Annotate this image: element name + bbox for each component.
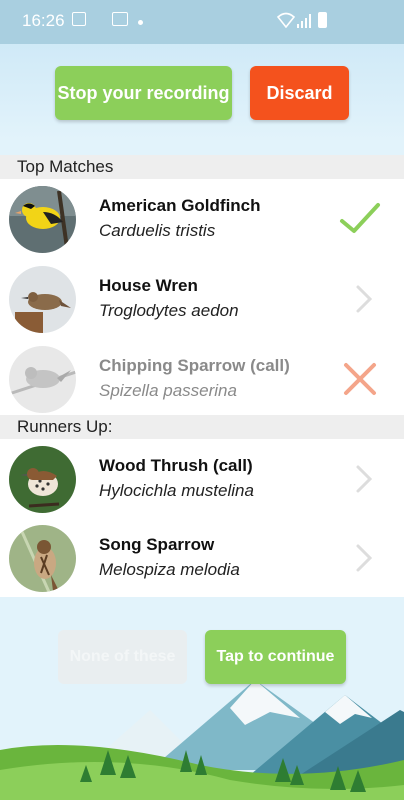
list-item[interactable]: American Goldfinch Carduelis tristis — [0, 179, 404, 259]
stop-recording-button[interactable]: Stop your recording — [55, 66, 232, 120]
signal-icon — [297, 14, 311, 28]
bird-photo-song-sparrow — [9, 525, 76, 592]
bird-common-name: Song Sparrow — [99, 535, 215, 554]
chevron-right-icon[interactable] — [354, 463, 374, 495]
check-icon[interactable] — [338, 197, 382, 241]
bird-scientific-name: Carduelis tristis — [99, 221, 216, 240]
top-matches-list: American Goldfinch Carduelis tristis Hou… — [0, 179, 404, 415]
section-header-top-matches: Top Matches — [0, 155, 404, 179]
bird-scientific-name: Spizella passerina — [99, 381, 237, 400]
notification-dot-icon — [138, 20, 143, 25]
chevron-right-icon[interactable] — [354, 283, 374, 315]
bird-scientific-name: Hylocichla mustelina — [99, 481, 254, 500]
none-of-these-button[interactable]: None of these — [58, 630, 187, 684]
wifi-icon — [277, 12, 295, 28]
chevron-right-icon[interactable] — [354, 542, 374, 574]
close-icon[interactable] — [338, 357, 382, 401]
discard-button[interactable]: Discard — [250, 66, 349, 120]
list-item[interactable]: House Wren Troglodytes aedon — [0, 259, 404, 339]
bird-scientific-name: Troglodytes aedon — [99, 301, 239, 320]
status-bar: 16:26 — [0, 0, 404, 44]
bird-photo-american-goldfinch — [9, 186, 76, 253]
gallery-icon — [112, 12, 128, 26]
image-icon — [72, 12, 86, 26]
bird-common-name: House Wren — [99, 276, 198, 295]
bird-photo-chipping-sparrow — [9, 346, 76, 413]
bird-common-name: Wood Thrush (call) — [99, 456, 253, 475]
tap-to-continue-button[interactable]: Tap to continue — [205, 630, 346, 684]
bird-common-name: Chipping Sparrow (call) — [99, 356, 290, 375]
list-item[interactable]: Wood Thrush (call) Hylocichla mustelina — [0, 439, 404, 519]
status-time: 16:26 — [22, 11, 65, 30]
battery-icon — [318, 12, 327, 28]
list-item[interactable]: Chipping Sparrow (call) Spizella passeri… — [0, 339, 404, 419]
bird-photo-wood-thrush — [9, 446, 76, 513]
runners-up-list: Wood Thrush (call) Hylocichla mustelina … — [0, 439, 404, 597]
bird-common-name: American Goldfinch — [99, 196, 261, 215]
bird-scientific-name: Melospiza melodia — [99, 560, 240, 579]
list-item[interactable]: Song Sparrow Melospiza melodia — [0, 518, 404, 598]
bird-photo-house-wren — [9, 266, 76, 333]
section-header-runners-up: Runners Up: — [0, 415, 404, 439]
